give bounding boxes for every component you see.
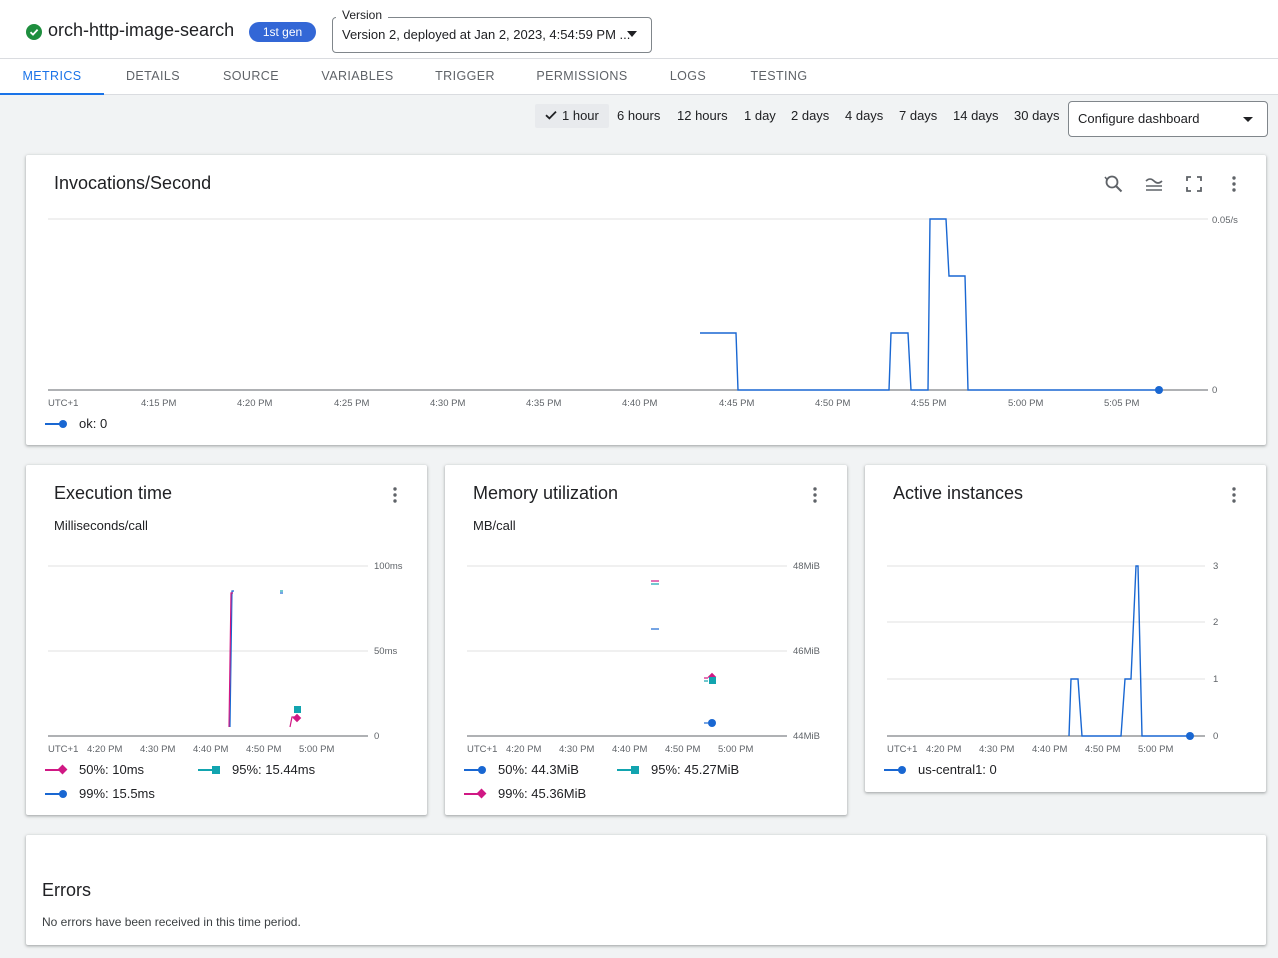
version-label: Version bbox=[336, 8, 389, 22]
tab-trigger[interactable]: TRIGGER bbox=[425, 59, 505, 95]
errors-title: Errors bbox=[42, 880, 91, 900]
x-axis-label: 4:55 PM bbox=[911, 398, 946, 409]
check-circle-icon bbox=[26, 24, 42, 40]
range-2-days[interactable]: 2 days bbox=[791, 104, 829, 128]
series-us-central1-line bbox=[1068, 565, 1190, 737]
active-instances-chart: 3 2 1 0 UTC+1 4:20 PM 4:30 PM 4:40 PM 4:… bbox=[887, 561, 1218, 755]
range-1-day[interactable]: 1 day bbox=[744, 104, 776, 128]
y-axis-label: 44MiB bbox=[793, 731, 820, 742]
x-axis-label: 4:45 PM bbox=[719, 398, 754, 409]
errors-message: No errors have been received in this tim… bbox=[42, 915, 301, 929]
x-axis-label: 4:50 PM bbox=[246, 744, 281, 755]
legend-line-diamond-icon bbox=[45, 764, 68, 775]
legend-line-diamond-icon bbox=[464, 788, 487, 799]
legend-label: 99%: 45.36MiB bbox=[498, 786, 587, 801]
tab-source[interactable]: SOURCE bbox=[212, 59, 290, 95]
series-50-marker bbox=[708, 719, 716, 727]
range-14-days[interactable]: 14 days bbox=[953, 104, 999, 128]
legend-line-circle-icon bbox=[884, 766, 906, 774]
invocations-chart: 0.05/s 0 UTC+1 4:15 PM 4:20 PM 4:25 PM 4… bbox=[48, 215, 1238, 409]
range-4-days[interactable]: 4 days bbox=[845, 104, 883, 128]
tab-variables[interactable]: VARIABLES bbox=[310, 59, 405, 95]
legend-label: 95%: 45.27MiB bbox=[651, 762, 740, 777]
tab-metrics[interactable]: METRICS bbox=[0, 59, 104, 95]
x-axis-label: 4:40 PM bbox=[1032, 744, 1067, 755]
series-50-marker bbox=[292, 713, 302, 723]
range-label: 1 hour bbox=[562, 108, 599, 123]
tab-logs[interactable]: LOGS bbox=[659, 59, 717, 95]
check-icon bbox=[545, 110, 557, 120]
x-axis-label: 4:50 PM bbox=[1085, 744, 1120, 755]
range-30-days[interactable]: 30 days bbox=[1014, 104, 1060, 128]
range-6-hours[interactable]: 6 hours bbox=[617, 104, 660, 128]
x-axis-label: 4:40 PM bbox=[612, 744, 647, 755]
y-axis-label: 0 bbox=[374, 731, 379, 742]
x-axis-label: 4:20 PM bbox=[926, 744, 961, 755]
y-axis-label: 0 bbox=[1213, 731, 1218, 742]
y-axis-label: 2 bbox=[1213, 617, 1218, 628]
x-axis-label: UTC+1 bbox=[887, 744, 917, 755]
x-axis-label: 4:25 PM bbox=[334, 398, 369, 409]
x-axis-label: 4:30 PM bbox=[430, 398, 465, 409]
caret-down-icon bbox=[1243, 117, 1253, 122]
y-axis-max-label: 0.05/s bbox=[1212, 215, 1238, 226]
y-axis-label: 50ms bbox=[374, 646, 397, 657]
configure-dashboard-dropdown[interactable]: Configure dashboard bbox=[1068, 101, 1268, 137]
legend-line-circle-icon bbox=[464, 766, 486, 774]
tab-bar: METRICS DETAILS SOURCE VARIABLES TRIGGER… bbox=[0, 58, 1278, 95]
legend-label: ok: 0 bbox=[79, 416, 108, 431]
x-axis-label: 4:30 PM bbox=[140, 744, 175, 755]
x-axis-label: 4:35 PM bbox=[526, 398, 561, 409]
x-axis-label: 5:00 PM bbox=[1008, 398, 1043, 409]
x-axis-label: 4:30 PM bbox=[979, 744, 1014, 755]
series-95-marker bbox=[709, 677, 716, 684]
legend-line-square-icon bbox=[198, 766, 220, 774]
tab-testing[interactable]: TESTING bbox=[737, 59, 821, 95]
series-ok-line bbox=[700, 218, 1159, 391]
x-axis-label: UTC+1 bbox=[467, 744, 497, 755]
legend-label: 99%: 15.5ms bbox=[79, 786, 155, 801]
y-axis-label: 46MiB bbox=[793, 646, 820, 657]
x-axis-label: 5:00 PM bbox=[1138, 744, 1173, 755]
x-axis-label: 4:40 PM bbox=[622, 398, 657, 409]
y-axis-label: 3 bbox=[1213, 561, 1218, 572]
y-axis-label: 1 bbox=[1213, 674, 1218, 685]
y-axis-zero-label: 0 bbox=[1212, 385, 1217, 396]
x-axis-label: 4:20 PM bbox=[237, 398, 272, 409]
legend-label: 50%: 44.3MiB bbox=[498, 762, 579, 777]
x-axis-label: 4:50 PM bbox=[665, 744, 700, 755]
x-axis-label: 4:40 PM bbox=[193, 744, 228, 755]
tab-details[interactable]: DETAILS bbox=[114, 59, 192, 95]
legend-label: 95%: 15.44ms bbox=[232, 762, 316, 777]
y-axis-label: 48MiB bbox=[793, 561, 820, 572]
range-12-hours[interactable]: 12 hours bbox=[677, 104, 728, 128]
version-value[interactable]: Version 2, deployed at Jan 2, 2023, 4:54… bbox=[342, 27, 630, 42]
x-axis-label: 4:20 PM bbox=[87, 744, 122, 755]
legend-line-circle-icon bbox=[45, 790, 67, 798]
x-axis-label: 4:30 PM bbox=[559, 744, 594, 755]
x-axis-label: 4:15 PM bbox=[141, 398, 176, 409]
x-axis-label: 5:00 PM bbox=[718, 744, 753, 755]
function-name: orch-http-image-search bbox=[48, 20, 235, 40]
x-axis-label: 4:20 PM bbox=[506, 744, 541, 755]
x-axis-label: 5:00 PM bbox=[299, 744, 334, 755]
tab-permissions[interactable]: PERMISSIONS bbox=[525, 59, 639, 95]
legend-line-circle-icon bbox=[45, 420, 67, 428]
series-ok-endpoint bbox=[1155, 386, 1163, 394]
series-95-marker bbox=[294, 706, 301, 713]
legend-line-square-icon bbox=[617, 766, 639, 774]
legend-label: us-central1: 0 bbox=[918, 762, 997, 777]
y-axis-label: 100ms bbox=[374, 561, 403, 572]
series-us-central1-endpoint bbox=[1186, 732, 1194, 740]
x-axis-label: 5:05 PM bbox=[1104, 398, 1139, 409]
x-axis-label: 4:50 PM bbox=[815, 398, 850, 409]
legend-label: 50%: 10ms bbox=[79, 762, 145, 777]
x-axis-label: UTC+1 bbox=[48, 744, 78, 755]
range-1-hour[interactable]: 1 hour bbox=[535, 104, 609, 128]
caret-down-icon[interactable] bbox=[627, 31, 637, 37]
range-7-days[interactable]: 7 days bbox=[899, 104, 937, 128]
x-axis-label: UTC+1 bbox=[48, 398, 78, 409]
gen-badge: 1st gen bbox=[249, 22, 316, 42]
configure-dashboard-label: Configure dashboard bbox=[1078, 111, 1200, 126]
